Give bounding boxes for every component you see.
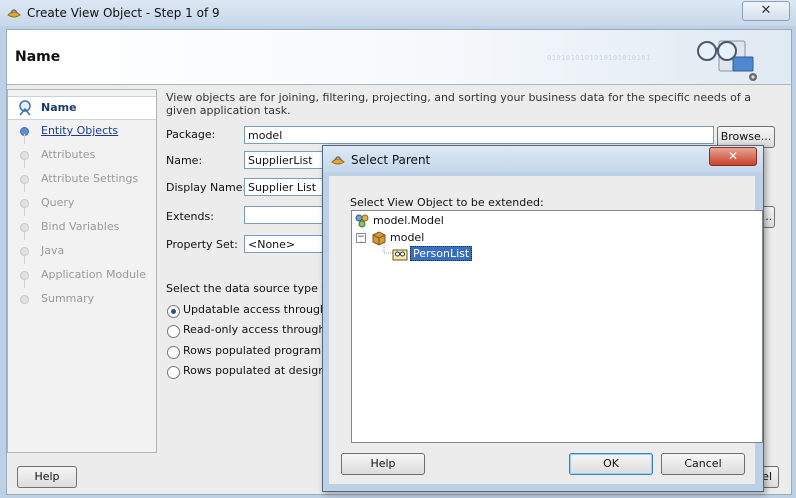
page-title: Name: [15, 49, 61, 65]
nav-step-label: Attributes: [41, 148, 96, 161]
nav-step-label: Query: [41, 196, 75, 209]
radio-label: Updatable access through en: [183, 303, 345, 316]
dialog-title: Select Parent: [351, 153, 431, 167]
jdeveloper-app-icon: [331, 156, 345, 165]
current-step-icon: [19, 100, 31, 116]
nav-step-label: Name: [41, 101, 77, 114]
nav-step-label: Attribute Settings: [41, 172, 139, 185]
package-label: Package:: [166, 128, 216, 141]
nav-step-entity-objects[interactable]: Entity Objects: [8, 120, 156, 142]
window-title: Create View Object - Step 1 of 9: [27, 6, 220, 20]
nav-step-bind-variables: Bind Variables: [8, 206, 156, 238]
dialog-cancel-button[interactable]: Cancel: [661, 453, 745, 475]
nav-step-label: Bind Variables: [41, 220, 120, 233]
wizard-header: Name 0101010101010101010101: [7, 30, 791, 85]
tree-label-selected: PersonList: [410, 246, 473, 261]
nav-step-label: Application Module: [41, 268, 146, 281]
window-close-button[interactable]: ✕: [742, 1, 790, 21]
dialog-titlebar[interactable]: Select Parent ✕: [323, 146, 763, 172]
property-set-select[interactable]: <None>: [244, 235, 324, 253]
nav-step-label: Java: [41, 244, 65, 257]
nav-step-java: Java: [8, 230, 156, 262]
wizard-step-nav: Name Entity Objects Attributes Attribute…: [7, 89, 157, 453]
view-object-tree[interactable]: model.Model − model PersonList: [351, 210, 763, 443]
package-field[interactable]: model: [244, 126, 714, 144]
wizard-help-button[interactable]: Help: [17, 466, 77, 488]
tree-label: model.Model: [373, 214, 444, 227]
nav-step-attribute-settings: Attribute Settings: [8, 158, 156, 190]
header-glasses-icon: [697, 40, 757, 81]
binary-decoration: 0101010101010101010101: [547, 54, 651, 62]
dialog-close-button[interactable]: ✕: [709, 147, 757, 166]
display-name-field[interactable]: Supplier List: [244, 178, 324, 196]
jdeveloper-app-icon: [7, 9, 21, 18]
radio-button[interactable]: [167, 366, 180, 379]
nav-step-name[interactable]: Name: [8, 96, 156, 120]
dialog-prompt: Select View Object to be extended:: [350, 196, 544, 209]
nav-step-label: Summary: [41, 292, 95, 305]
application-icon: [355, 214, 369, 228]
window-titlebar[interactable]: Create View Object - Step 1 of 9 ✕: [0, 0, 796, 26]
nav-step-attributes: Attributes: [8, 134, 156, 166]
dialog-help-button[interactable]: Help: [341, 453, 425, 475]
radio-label: Read-only access through SQ: [183, 323, 345, 336]
radio-button-checked[interactable]: [167, 305, 180, 318]
step-dot-icon: [20, 295, 29, 304]
nav-step-summary: Summary: [8, 278, 156, 310]
extends-field[interactable]: [244, 206, 324, 224]
select-parent-dialog: Select Parent ✕ Select View Object to be…: [322, 145, 764, 492]
dialog-ok-button[interactable]: OK: [569, 453, 653, 475]
name-label: Name:: [166, 154, 203, 167]
nav-step-application-module: Application Module: [8, 254, 156, 286]
view-object-icon: [392, 249, 408, 261]
radio-button[interactable]: [167, 325, 180, 338]
radio-button[interactable]: [167, 346, 180, 359]
extends-label: Extends:: [166, 210, 214, 223]
name-field[interactable]: SupplierList: [244, 151, 324, 169]
nav-step-query: Query: [8, 182, 156, 214]
datasource-prompt: Select the data source type you: [166, 282, 342, 295]
property-set-label: Property Set:: [166, 238, 238, 251]
dialog-client-area: Select View Object to be extended: model…: [329, 176, 763, 484]
wizard-description: View objects are for joining, filtering,…: [166, 91, 751, 117]
nav-step-label: Entity Objects: [41, 124, 119, 137]
display-name-label: Display Name:: [166, 181, 247, 194]
